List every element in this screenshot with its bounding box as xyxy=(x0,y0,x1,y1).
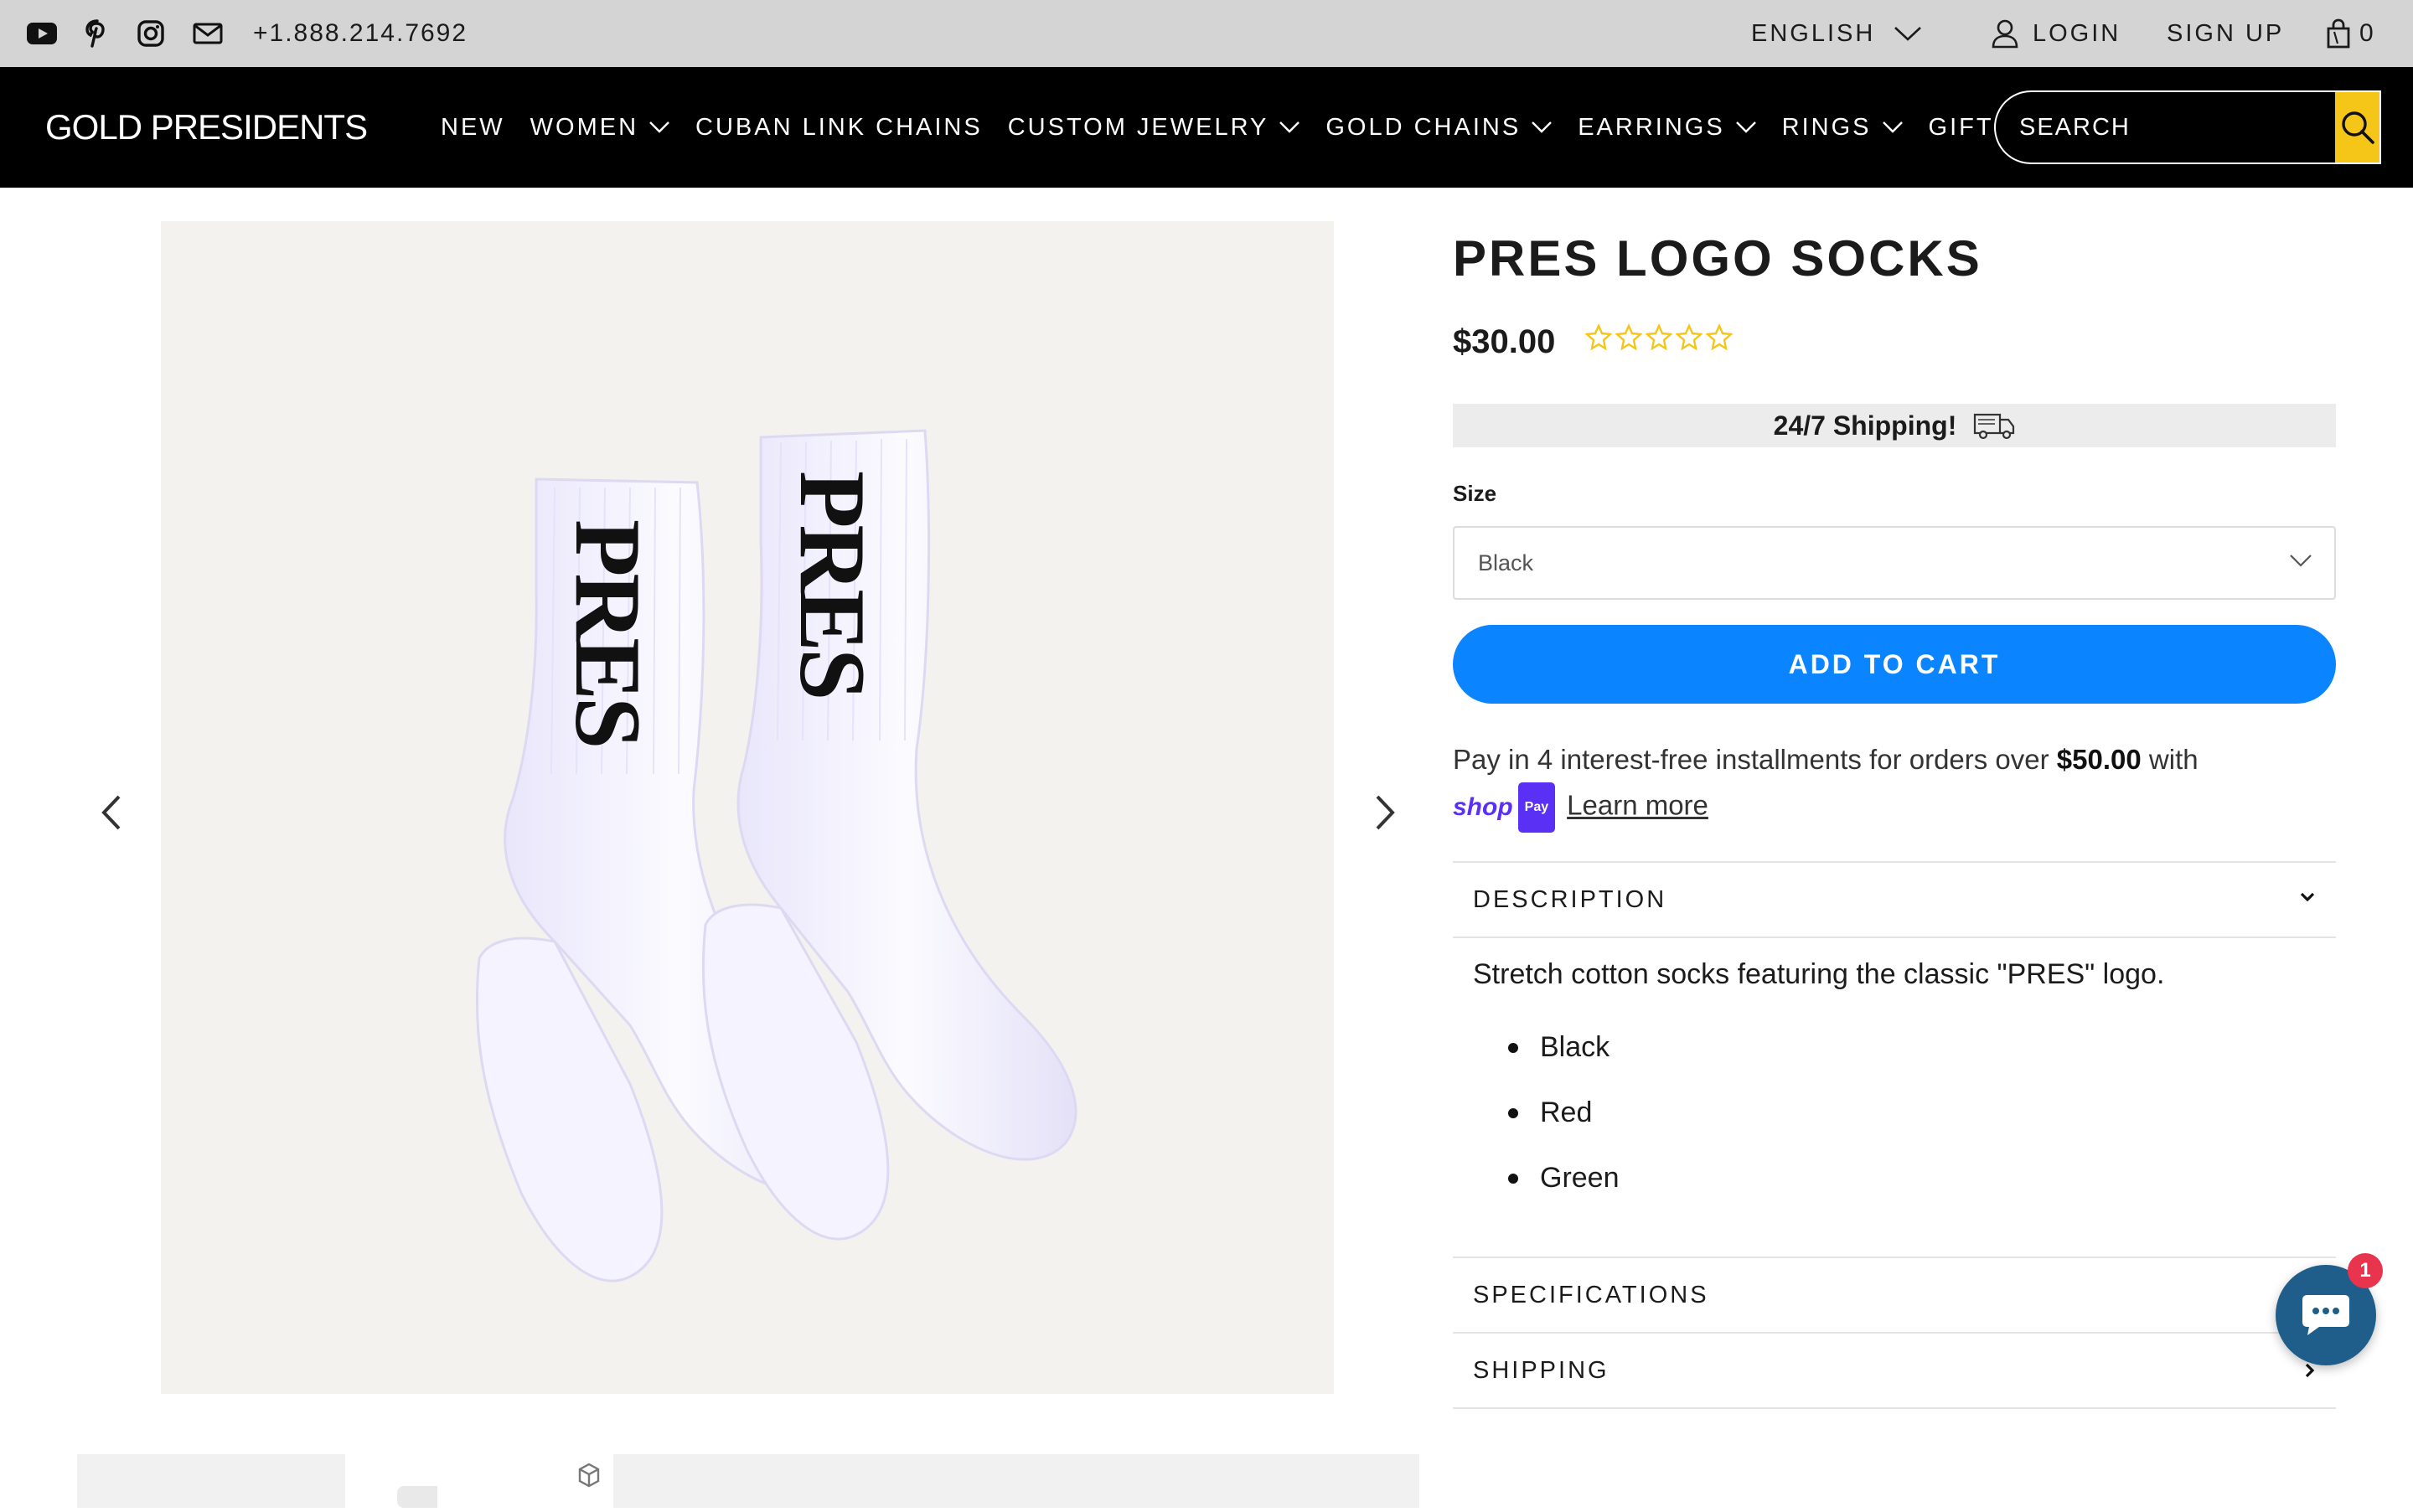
pinterest-icon[interactable] xyxy=(85,19,109,48)
color-list: Black Red Green xyxy=(1473,1030,2311,1226)
chat-bubble-icon xyxy=(2302,1295,2349,1335)
rating-stars[interactable] xyxy=(1585,323,1733,350)
cart-count: 0 xyxy=(2359,19,2374,47)
chevron-down-icon xyxy=(1735,121,1756,133)
learn-more-link[interactable]: Learn more xyxy=(1567,790,1708,821)
accordion-shipping-label: SHIPPING xyxy=(1473,1356,1610,1384)
star-icon xyxy=(1706,323,1733,350)
description-content: Stretch cotton socks featuring the class… xyxy=(1473,958,2311,1226)
language-selector[interactable]: ENGLISH xyxy=(1751,0,1922,67)
star-icon xyxy=(1615,323,1642,350)
chevron-down-icon xyxy=(1882,121,1903,133)
gallery-prev-button[interactable] xyxy=(90,787,132,838)
size-selected-value: Black xyxy=(1478,550,1534,575)
chevron-down-icon xyxy=(1894,27,1922,41)
chevron-right-icon xyxy=(1376,795,1395,830)
login-link[interactable]: LOGIN xyxy=(1991,0,2121,67)
chevron-down-icon xyxy=(649,121,669,133)
language-label: ENGLISH xyxy=(1751,19,1876,47)
shipping-banner-text: 24/7 Shipping! xyxy=(1773,410,1957,441)
delivery-truck-icon xyxy=(1974,413,2015,440)
installments-message: Pay in 4 interest-free installments for … xyxy=(1453,737,2336,833)
nav-item-gold-chains[interactable]: GOLD CHAINS xyxy=(1325,114,1553,142)
bottle-icon xyxy=(397,1486,444,1508)
site-logo[interactable]: GOLD PRESIDENTS xyxy=(45,67,368,188)
chevron-down-icon xyxy=(1279,121,1300,133)
sock-logo-text-right: PRES xyxy=(780,471,884,697)
search-input[interactable] xyxy=(1996,92,2335,163)
shopping-bag-icon xyxy=(2327,18,2350,49)
sock-logo-text-left: PRES xyxy=(555,519,659,746)
search-icon xyxy=(2341,111,2374,144)
list-item: Red xyxy=(1473,1095,2311,1160)
socks-illustration: PRES PRES xyxy=(475,429,1077,1282)
nav-item-earrings[interactable]: EARRINGS xyxy=(1578,114,1756,142)
thumbnail-1[interactable] xyxy=(77,1454,345,1508)
list-item: Green xyxy=(1473,1160,2311,1226)
chevron-left-icon xyxy=(101,795,121,830)
nav-item-women[interactable]: WOMEN xyxy=(530,114,670,142)
divider xyxy=(1453,1407,2336,1409)
accordion-specifications[interactable]: SPECIFICATIONS xyxy=(1453,1257,2336,1332)
accordion-description[interactable]: DESCRIPTION xyxy=(1453,861,2336,937)
chevron-down-icon xyxy=(2290,555,2312,567)
list-item: Black xyxy=(1473,1030,2311,1095)
product-title: PRES LOGO SOCKS xyxy=(1453,230,1982,286)
shipping-banner: 24/7 Shipping! xyxy=(1453,404,2336,447)
installments-text-after: with xyxy=(2141,744,2199,775)
main-navigation: GOLD PRESIDENTS NEW WOMEN CUBAN LINK CHA… xyxy=(0,67,2413,188)
login-label: LOGIN xyxy=(2033,19,2121,47)
youtube-icon[interactable] xyxy=(27,23,57,44)
search-bar xyxy=(1994,90,2381,164)
user-icon xyxy=(1992,19,2018,49)
cart-link[interactable]: 0 xyxy=(2326,0,2374,67)
instagram-icon[interactable] xyxy=(137,20,164,47)
chat-notification-badge: 1 xyxy=(2348,1253,2383,1288)
phone-number[interactable]: +1.888.214.7692 xyxy=(253,0,468,67)
accordion-description-label: DESCRIPTION xyxy=(1473,885,1667,913)
3d-model-icon[interactable] xyxy=(578,1463,600,1492)
signup-link[interactable]: SIGN UP xyxy=(2167,0,2284,67)
thumbnail-3[interactable] xyxy=(613,1454,1419,1508)
search-button[interactable] xyxy=(2335,92,2379,163)
description-text: Stretch cotton socks featuring the class… xyxy=(1473,958,2165,990)
nav-item-rings[interactable]: RINGS xyxy=(1782,114,1904,142)
thumbnail-2[interactable] xyxy=(387,1454,444,1508)
social-links xyxy=(27,0,223,67)
chevron-down-icon xyxy=(1532,121,1553,133)
product-main-image[interactable]: PRES PRES xyxy=(161,221,1334,1394)
nav-item-custom-jewelry[interactable]: CUSTOM JEWELRY xyxy=(1008,114,1301,142)
star-icon xyxy=(1676,323,1703,350)
accordion-specifications-label: SPECIFICATIONS xyxy=(1473,1281,1709,1308)
size-label: Size xyxy=(1453,481,1497,506)
top-utility-bar: +1.888.214.7692 ENGLISH LOGIN SIGN UP 0 xyxy=(0,0,2413,67)
installments-threshold: $50.00 xyxy=(2056,744,2142,775)
divider xyxy=(1453,937,2336,938)
installments-text: Pay in 4 interest-free installments for … xyxy=(1453,744,2057,775)
shop-pay-logo: shop Pay xyxy=(1453,782,1556,833)
nav-item-new[interactable]: NEW xyxy=(441,114,505,142)
product-price: $30.00 xyxy=(1453,323,1556,360)
mail-icon[interactable] xyxy=(193,23,223,44)
gallery-thumbnails xyxy=(77,1454,1419,1508)
gallery-next-button[interactable] xyxy=(1364,787,1406,838)
star-icon xyxy=(1585,323,1612,350)
chevron-right-icon xyxy=(2305,1363,2315,1378)
chevron-down-icon xyxy=(2300,892,2315,902)
accordion-shipping[interactable]: SHIPPING xyxy=(1453,1332,2336,1407)
star-icon xyxy=(1646,323,1672,350)
size-select[interactable]: Black xyxy=(1453,526,2336,600)
main-menu: NEW WOMEN CUBAN LINK CHAINS CUSTOM JEWEL… xyxy=(441,67,2044,188)
nav-item-cuban-link-chains[interactable]: CUBAN LINK CHAINS xyxy=(695,114,983,142)
add-to-cart-button[interactable]: ADD TO CART xyxy=(1453,625,2336,704)
